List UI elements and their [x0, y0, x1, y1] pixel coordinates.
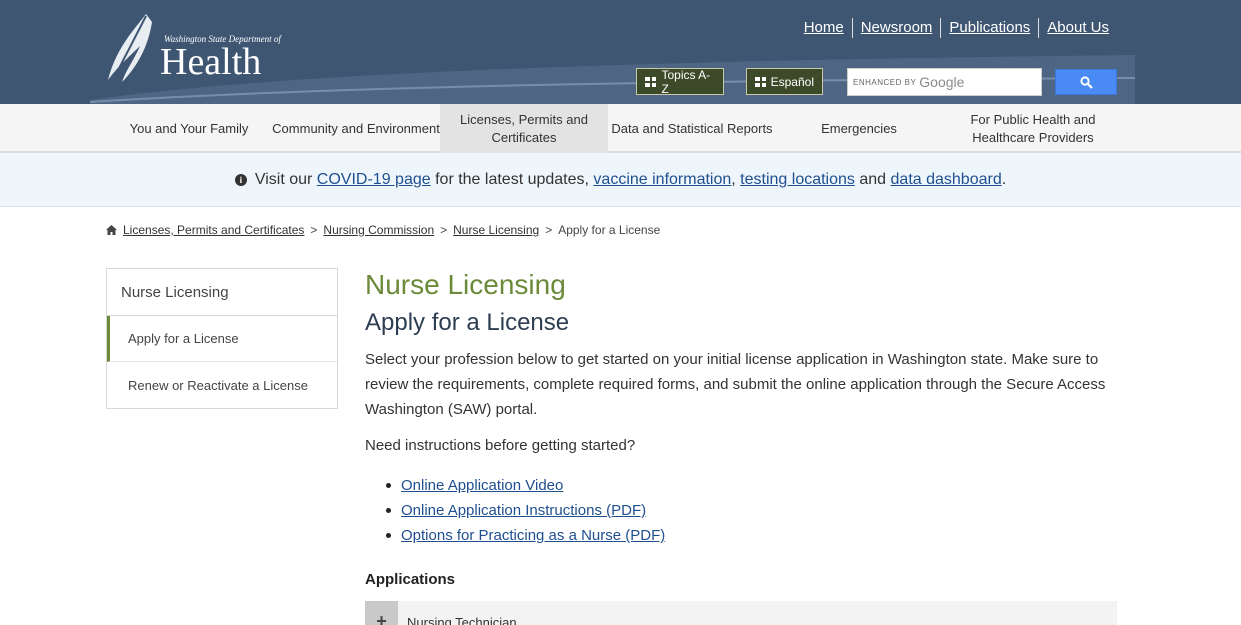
site-header: Washington State Department of Health Ho…: [0, 0, 1241, 104]
sidebar-item-apply-for-license[interactable]: Apply for a License: [107, 316, 337, 362]
breadcrumb-link-nursing-commission[interactable]: Nursing Commission: [323, 223, 434, 237]
instructions-prompt: Need instructions before getting started…: [365, 437, 636, 454]
home-icon[interactable]: [106, 225, 117, 235]
nav-emergencies[interactable]: Emergencies: [776, 104, 942, 153]
testing-locations-link[interactable]: testing locations: [740, 171, 855, 189]
list-item: Options for Practicing as a Nurse (PDF): [386, 523, 1117, 548]
home-link[interactable]: Home: [796, 18, 852, 38]
covid-page-link[interactable]: COVID-19 page: [317, 171, 431, 189]
breadcrumb-link-nurse-licensing[interactable]: Nurse Licensing: [453, 223, 539, 237]
data-dashboard-link[interactable]: data dashboard: [891, 171, 1002, 189]
sidebar-nav: Nurse Licensing Apply for a License Rene…: [106, 268, 338, 409]
nav-you-and-your-family[interactable]: You and Your Family: [106, 104, 272, 153]
online-application-instructions-link[interactable]: Online Application Instructions (PDF): [401, 502, 646, 519]
enhanced-by-text: ENHANCED BY: [853, 77, 917, 87]
covid-period: .: [1001, 170, 1007, 188]
google-text: Google: [919, 74, 965, 90]
grid-icon: [755, 76, 766, 87]
instruction-links-list: Online Application Video Online Applicat…: [386, 473, 1117, 548]
grid-icon: [645, 76, 657, 87]
vaccine-information-link[interactable]: vaccine information: [593, 171, 731, 189]
breadcrumb-link-licenses[interactable]: Licenses, Permits and Certificates: [123, 223, 304, 237]
nav-public-health-providers[interactable]: For Public Health and Healthcare Provide…: [942, 104, 1124, 153]
intro-paragraph: Select your profession below to get star…: [365, 351, 1106, 418]
nav-licenses-permits-certificates[interactable]: Licenses, Permits and Certificates: [440, 104, 608, 153]
covid-middle: for the latest updates,: [435, 170, 589, 188]
info-icon: i: [234, 173, 247, 186]
espanol-button[interactable]: Español: [746, 68, 823, 95]
online-application-video-link[interactable]: Online Application Video: [401, 477, 563, 494]
publications-link[interactable]: Publications: [941, 18, 1038, 38]
breadcrumb-separator: >: [440, 223, 448, 237]
applications-heading: Applications: [365, 571, 456, 588]
nav-data-and-statistical-reports[interactable]: Data and Statistical Reports: [608, 104, 776, 153]
breadcrumb-separator: >: [545, 223, 553, 237]
search-icon: [1079, 75, 1093, 89]
options-practicing-nurse-link[interactable]: Options for Practicing as a Nurse (PDF): [401, 527, 665, 544]
covid-and: and: [859, 170, 887, 188]
breadcrumb: Licenses, Permits and Certificates > Nur…: [106, 223, 660, 237]
sidebar-item-renew-reactivate[interactable]: Renew or Reactivate a License: [107, 362, 337, 408]
accordion-nursing-technician[interactable]: + Nursing Technician: [365, 601, 1117, 625]
feather-logo-icon: [108, 14, 152, 83]
doh-logo[interactable]: Washington State Department of Health: [104, 12, 281, 84]
sidebar-title-nurse-licensing[interactable]: Nurse Licensing: [107, 269, 337, 316]
expand-plus-icon[interactable]: +: [365, 601, 398, 625]
page-subtitle: Apply for a License: [365, 309, 570, 336]
utility-nav: Home Newsroom Publications About Us: [796, 18, 1117, 38]
main-content: Nurse Licensing Apply for a License Sele…: [365, 268, 1117, 590]
about-us-link[interactable]: About Us: [1039, 18, 1117, 38]
espanol-label: Español: [770, 74, 814, 89]
list-item: Online Application Instructions (PDF): [386, 498, 1117, 523]
accordion-label: Nursing Technician: [407, 615, 517, 625]
topics-az-label: Topics A-Z: [661, 67, 711, 96]
breadcrumb-separator: >: [310, 223, 318, 237]
page-title: Nurse Licensing: [365, 269, 566, 300]
covid-comma: ,: [731, 170, 736, 188]
list-item: Online Application Video: [386, 473, 1117, 498]
topics-az-button[interactable]: Topics A-Z: [636, 67, 724, 96]
search-button[interactable]: [1055, 69, 1117, 95]
newsroom-link[interactable]: Newsroom: [853, 18, 941, 38]
covid-prefix: Visit our: [254, 170, 313, 188]
main-nav: You and Your Family Community and Enviro…: [0, 104, 1241, 153]
breadcrumb-current: Apply for a License: [558, 223, 661, 237]
search-input[interactable]: ENHANCED BY Google: [847, 68, 1042, 96]
covid-banner: i Visit our COVID-19 page for the latest…: [0, 153, 1241, 207]
nav-community-and-environment[interactable]: Community and Environment: [272, 104, 440, 153]
logo-health-text: Health: [160, 41, 262, 83]
